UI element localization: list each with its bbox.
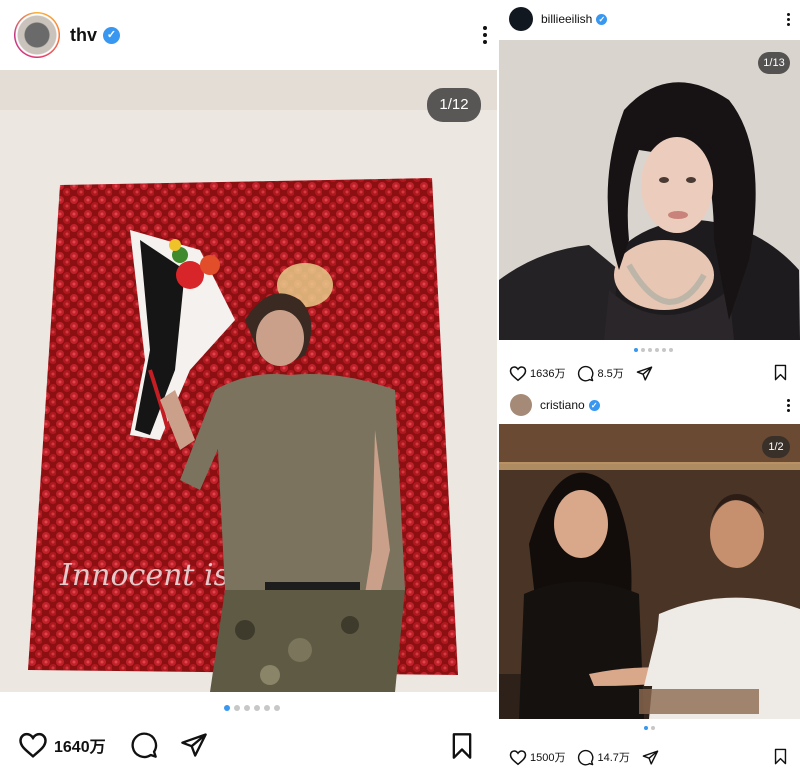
svg-text:Innocent is: Innocent is (59, 558, 229, 593)
like-button[interactable]: 1500万 (509, 749, 565, 766)
like-count: 1640万 (54, 739, 106, 756)
like-count: 1500万 (530, 752, 566, 764)
comment-bubble-icon (578, 365, 594, 381)
carousel-dot (669, 348, 673, 352)
carousel-dot (264, 705, 270, 711)
comment-count: 14.7万 (597, 752, 630, 764)
post-header: thv ✓ (0, 0, 497, 70)
carousel-dot (224, 705, 230, 711)
post-header: billieeilish ✓ (499, 0, 800, 38)
carousel-dots (634, 348, 673, 352)
heart-outline-icon (19, 732, 47, 758)
post-billieeilish: billieeilish ✓ 1/13 1636万 8.5万 (499, 0, 800, 390)
carousel-dot (655, 348, 659, 352)
post-photo[interactable]: 1/13 (499, 40, 800, 340)
photo-couple (499, 424, 800, 719)
username[interactable]: cristiano (540, 398, 585, 412)
carousel-dots (644, 726, 655, 730)
comment-button[interactable]: 8.5万 (577, 365, 624, 382)
comment-button[interactable]: 14.7万 (577, 749, 630, 766)
carousel-dot (244, 705, 250, 711)
save-button[interactable] (773, 748, 788, 770)
post-photo[interactable]: Innocent is ty 1/12 (0, 70, 497, 692)
avatar[interactable] (510, 394, 532, 416)
carousel-counter: 1/13 (758, 52, 790, 74)
share-button[interactable] (642, 749, 659, 766)
photo-portrait (499, 40, 800, 340)
carousel-dot (254, 705, 260, 711)
paper-plane-icon (636, 365, 653, 381)
carousel-counter: 1/12 (427, 88, 481, 122)
like-button[interactable]: 1636万 (509, 365, 565, 382)
photo-rose-wall: Innocent is ty (0, 70, 497, 692)
username[interactable]: thv (70, 25, 97, 46)
post-thv: thv ✓ Innocent is ty (0, 0, 497, 771)
carousel-dot (234, 705, 240, 711)
username[interactable]: billieeilish (541, 12, 592, 26)
more-options-icon[interactable] (787, 399, 790, 412)
post-actions: 1500万 14.7万 (499, 746, 800, 768)
carousel-counter: 1/2 (762, 436, 790, 458)
like-button[interactable]: 1640万 (18, 731, 106, 759)
verified-badge-icon: ✓ (596, 13, 608, 25)
heart-outline-icon (509, 365, 527, 381)
like-count: 1636万 (530, 368, 566, 380)
carousel-dot (644, 726, 648, 730)
carousel-dot (651, 726, 655, 730)
post-cristiano: cristiano ✓ 1/2 1500万 14.7万 (499, 390, 800, 771)
avatar[interactable] (509, 7, 533, 31)
bookmark-outline-icon (774, 748, 787, 765)
post-header: cristiano ✓ (499, 390, 800, 420)
heart-outline-icon (509, 749, 527, 765)
avatar[interactable] (14, 12, 60, 58)
carousel-dot (648, 348, 652, 352)
paper-plane-icon (642, 749, 659, 765)
bookmark-outline-icon (774, 364, 787, 381)
save-button[interactable] (773, 364, 788, 386)
save-button[interactable] (449, 732, 475, 765)
comment-bubble-icon (131, 732, 157, 759)
post-actions: 1640万 (0, 728, 497, 762)
carousel-dots (224, 705, 280, 711)
post-actions: 1636万 8.5万 (499, 362, 800, 384)
carousel-dot (662, 348, 666, 352)
carousel-dot (274, 705, 280, 711)
carousel-dot (634, 348, 638, 352)
comment-bubble-icon (578, 749, 594, 765)
comment-count: 8.5万 (597, 368, 624, 380)
share-button[interactable] (636, 365, 653, 382)
post-photo[interactable]: 1/2 (499, 424, 800, 719)
more-options-icon[interactable] (483, 26, 487, 44)
share-button[interactable] (180, 731, 208, 759)
more-options-icon[interactable] (787, 13, 790, 26)
carousel-dot (641, 348, 645, 352)
paper-plane-icon (180, 733, 207, 757)
verified-badge-icon: ✓ (588, 399, 600, 411)
bookmark-outline-icon (452, 733, 472, 759)
verified-badge-icon: ✓ (103, 26, 120, 44)
comment-button[interactable] (130, 731, 158, 759)
